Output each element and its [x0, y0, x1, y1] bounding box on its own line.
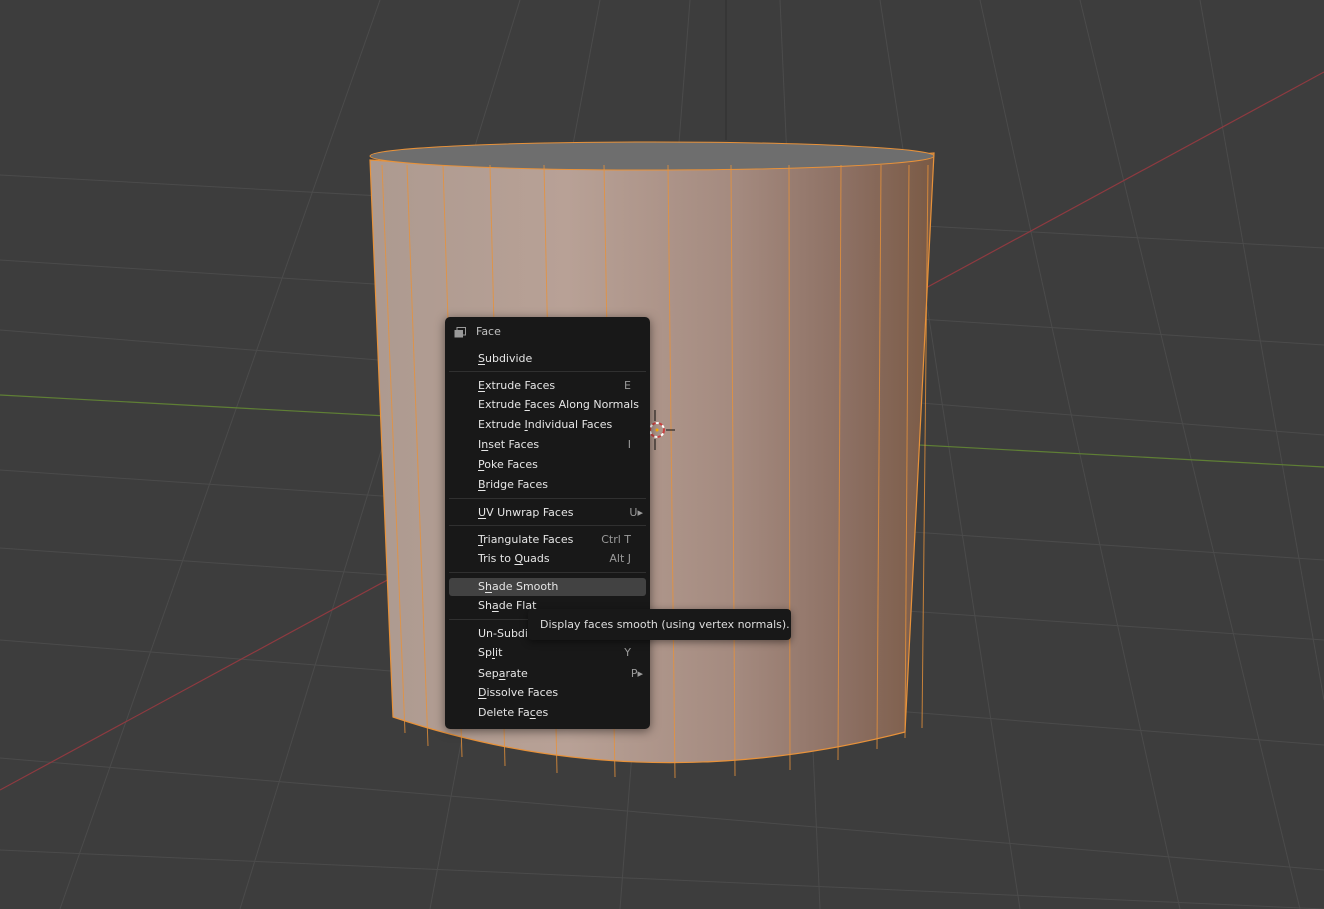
menu-separator	[449, 525, 646, 526]
menu-item[interactable]: Triangulate Faces Ctrl T	[449, 531, 646, 549]
menu-item[interactable]: Shade Smooth	[449, 578, 646, 596]
menu-item-label: Inset Faces	[478, 438, 540, 451]
menu-item[interactable]: Bridge Faces	[449, 476, 646, 494]
menu-item-label: Tris to Quads	[478, 552, 550, 565]
grid-line	[979, 0, 1181, 909]
menu-item-label: Dissolve Faces	[478, 686, 559, 699]
face-context-menu: Face Subdivide Extrude Faces E Extrude Face…	[445, 317, 650, 729]
menu-item-label: Poke Faces	[478, 458, 538, 471]
menu-item[interactable]: Dissolve Faces	[449, 684, 646, 702]
menu-item-label: UV Unwrap Faces	[478, 506, 574, 519]
menu-item-label: Triangulate Faces	[478, 533, 574, 546]
menu-item-label: Extrude Faces Along Normals	[478, 398, 639, 411]
menu-item[interactable]: Extrude Individual Faces	[449, 416, 646, 434]
face-mode-icon	[454, 327, 466, 338]
menu-item[interactable]: Inset Faces I	[449, 436, 646, 454]
menu-item-label: Bridge Faces	[478, 478, 548, 491]
menu-item-shortcut: Alt J	[609, 552, 631, 565]
grid-line	[1079, 0, 1301, 909]
menu-item-shortcut: Ctrl T	[601, 533, 631, 546]
menu-item[interactable]: Split Y	[449, 644, 646, 662]
menu-item-label: Split	[478, 646, 503, 659]
menu-item-shortcut: I	[627, 438, 631, 451]
menu-item[interactable]: Poke Faces	[449, 456, 646, 474]
menu-separator	[449, 371, 646, 372]
menu-item-label: Shade Smooth	[478, 580, 559, 593]
tooltip: Display faces smooth (using vertex norma…	[528, 609, 791, 640]
menu-item[interactable]: Tris to Quads Alt J	[449, 550, 646, 568]
menu-item[interactable]: Separate P▸	[449, 665, 646, 683]
menu-item[interactable]: UV Unwrap Faces U▸	[449, 504, 646, 522]
grid-line	[0, 849, 1324, 909]
cylinder-top-face	[369, 141, 935, 171]
menu-separator	[449, 572, 646, 573]
menu-item-label: Extrude Individual Faces	[478, 418, 613, 431]
menu-item[interactable]: Delete Faces	[449, 704, 646, 722]
menu-title: Face	[476, 325, 501, 338]
menu-header: Face	[445, 321, 650, 343]
menu-item-shortcut: E	[624, 379, 631, 392]
menu-separator	[449, 498, 646, 499]
menu-item-label: Delete Faces	[478, 706, 549, 719]
menu-item-label: Separate	[478, 667, 528, 680]
menu-item[interactable]: Extrude Faces Along Normals	[449, 396, 646, 414]
grid-line	[59, 0, 381, 909]
3d-viewport[interactable]	[0, 0, 1324, 909]
menu-item[interactable]: Subdivide	[449, 350, 646, 368]
menu-item-shortcut: Y	[624, 646, 631, 659]
menu-item-label: Subdivide	[478, 352, 533, 365]
menu-item-shortcut: U▸	[629, 506, 643, 519]
grid-line	[0, 757, 1324, 871]
tooltip-text: Display faces smooth (using vertex norma…	[540, 618, 790, 631]
menu-item-label: Extrude Faces	[478, 379, 556, 392]
menu-item-label: Un-Subdi	[478, 627, 528, 640]
menu-item-shortcut: P▸	[630, 667, 643, 680]
menu-item[interactable]: Extrude Faces E	[449, 377, 646, 395]
